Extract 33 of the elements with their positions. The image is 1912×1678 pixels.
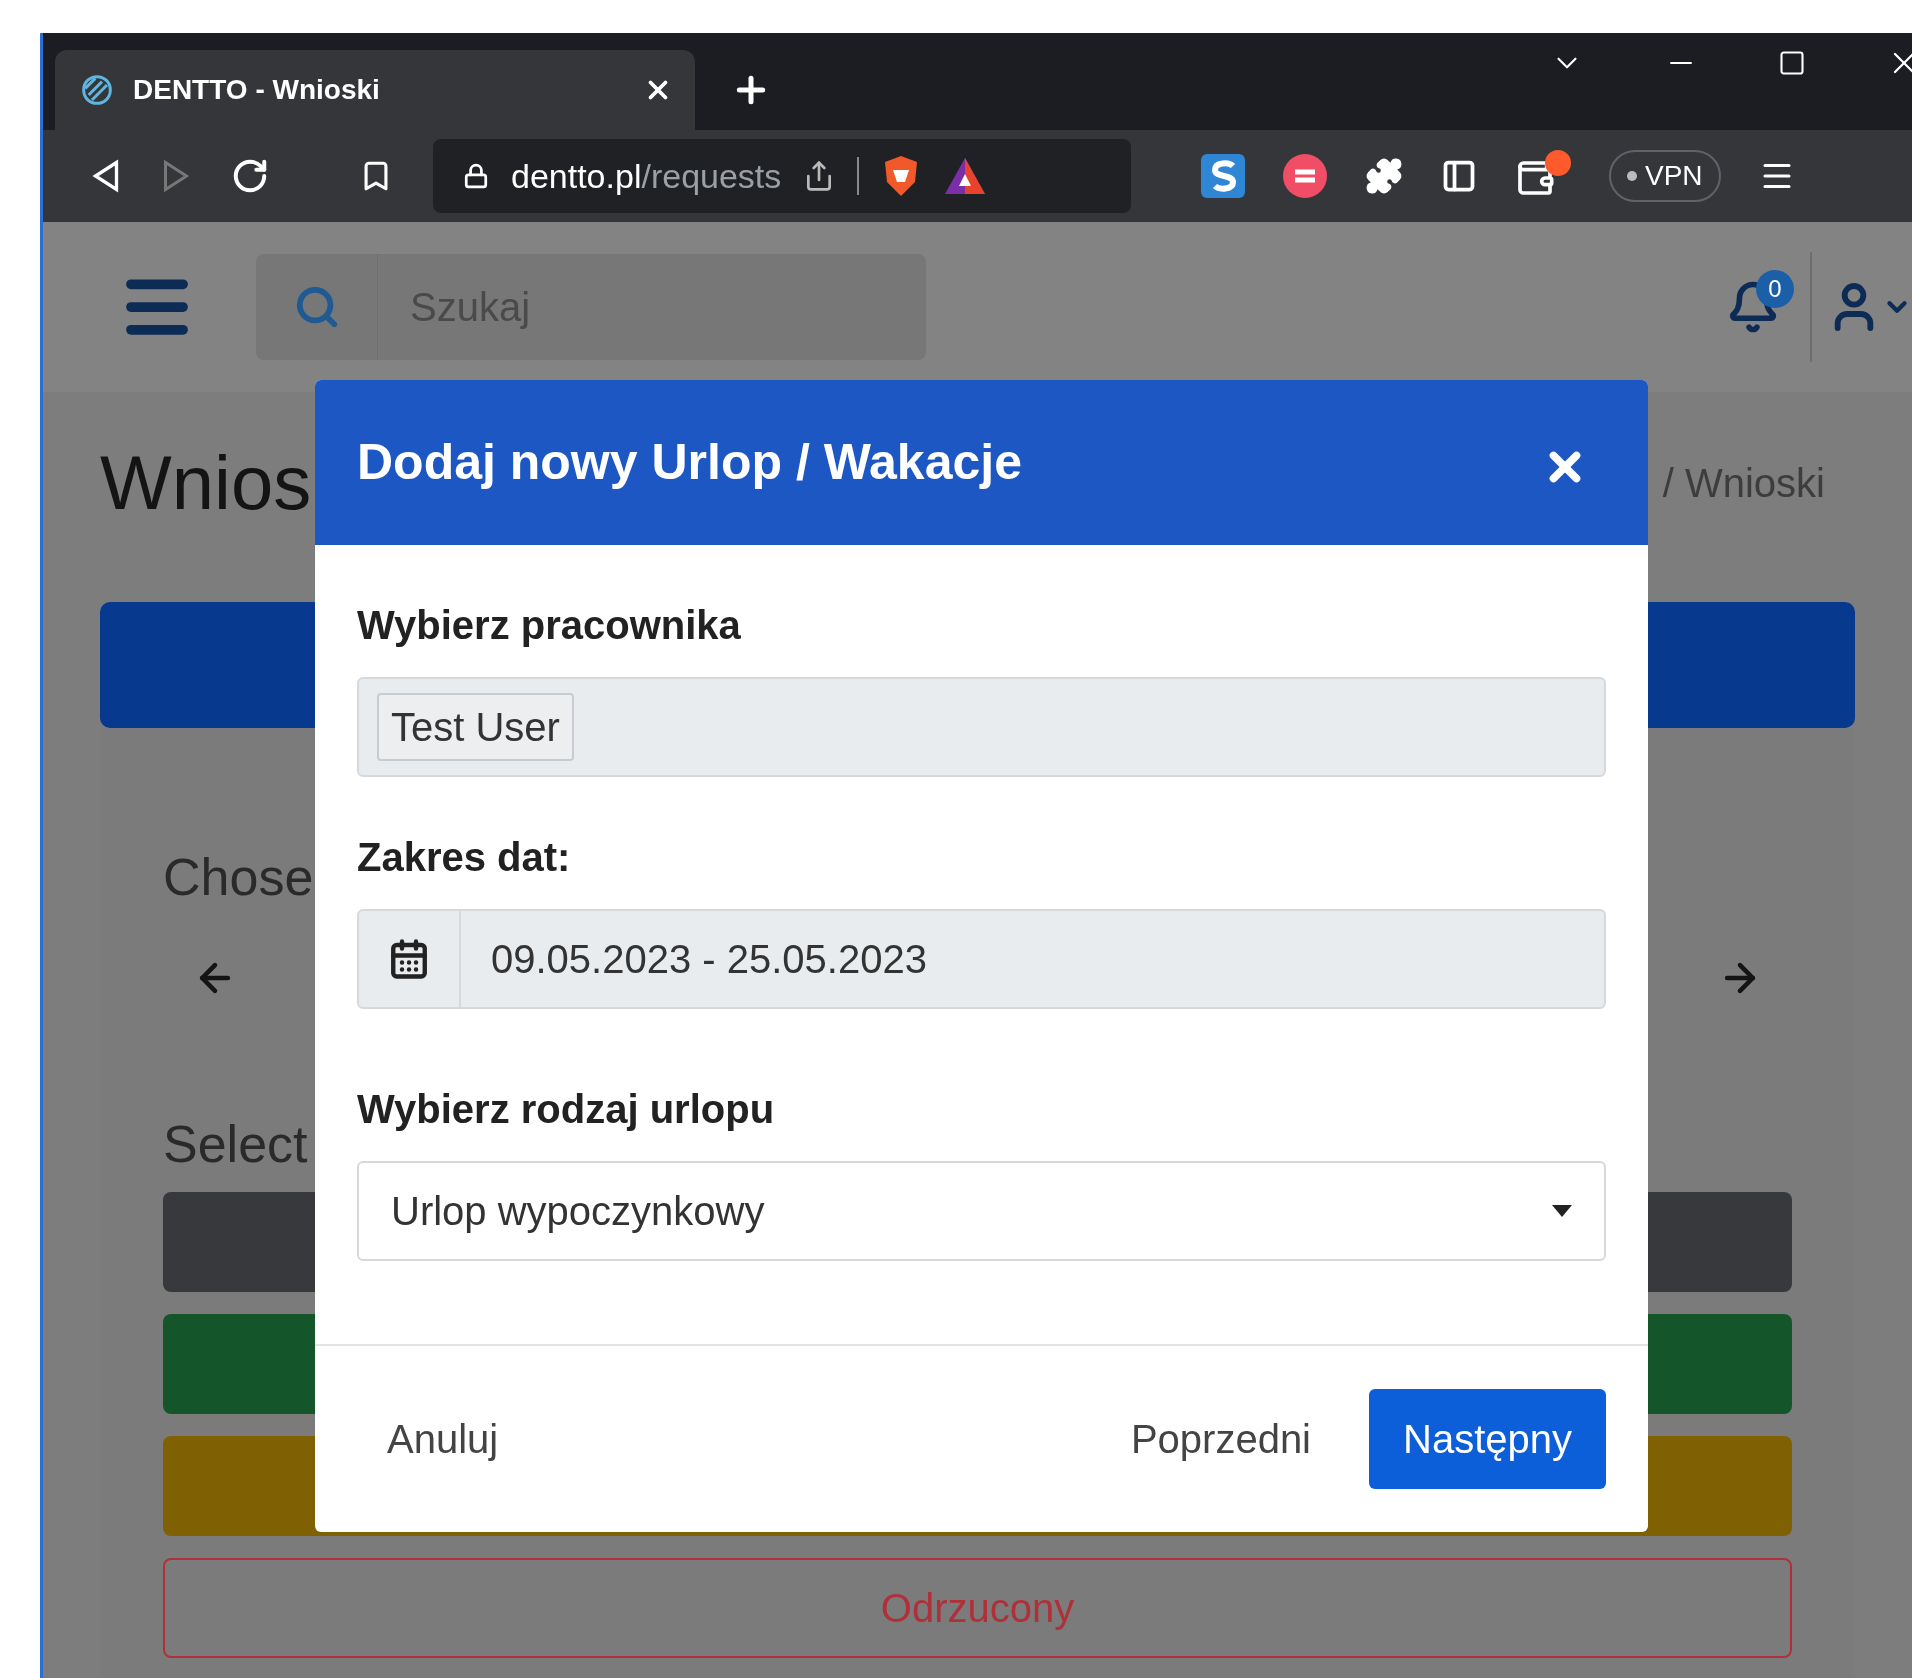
lock-icon <box>463 163 489 190</box>
section-label: Chose <box>163 848 314 906</box>
url-text: dentto.pl/requests <box>511 155 782 197</box>
field-label: Wybierz pracownika <box>357 602 742 649</box>
field-label: Zakres dat: <box>357 834 572 881</box>
breadcrumb: / Wnioski <box>1662 460 1826 507</box>
notification-badge: 0 <box>1756 270 1794 308</box>
extensions-icon[interactable] <box>1365 157 1403 196</box>
caret-icon <box>1552 1205 1572 1217</box>
section-label: Select <box>163 1115 308 1173</box>
browser-tab[interactable]: DENTTO - Wnioski <box>55 50 695 131</box>
next-button[interactable]: Następny <box>1369 1389 1606 1489</box>
s-logo-icon[interactable] <box>1201 154 1245 199</box>
address-bar[interactable]: dentto.pl/requests <box>433 139 1131 214</box>
triangle-icon[interactable] <box>943 156 988 197</box>
round-extension-icon[interactable] <box>1283 154 1327 199</box>
date-range-value: 09.05.2023 - 25.05.2023 <box>490 936 927 983</box>
leave-type-value: Urlop wypoczynkowy <box>391 1188 765 1235</box>
calendar-icon <box>388 938 430 980</box>
date-range-field[interactable]: 09.05.2023 - 25.05.2023 <box>357 909 1606 1009</box>
page-title: Wnios <box>100 439 312 527</box>
vpn-button[interactable]: VPN <box>1609 150 1721 203</box>
text-button[interactable]: Anuluj <box>357 1389 529 1489</box>
text-button[interactable]: Poprzedni <box>1100 1389 1341 1489</box>
selected-tag: Test User <box>377 693 574 761</box>
field-label: Wybierz rodzaj urlopu <box>357 1086 776 1133</box>
tab-title: DENTTO - Wnioski <box>133 73 381 108</box>
forward-icon[interactable] <box>161 158 191 195</box>
modal-title: Dodaj nowy Urlop / Wakacje <box>357 433 1022 492</box>
maximize-icon[interactable] <box>1778 49 1806 77</box>
employee-select[interactable]: Test User <box>357 677 1606 777</box>
back-icon[interactable] <box>91 158 121 195</box>
leave-type-select[interactable]: Urlop wypoczynkowy <box>357 1161 1606 1261</box>
